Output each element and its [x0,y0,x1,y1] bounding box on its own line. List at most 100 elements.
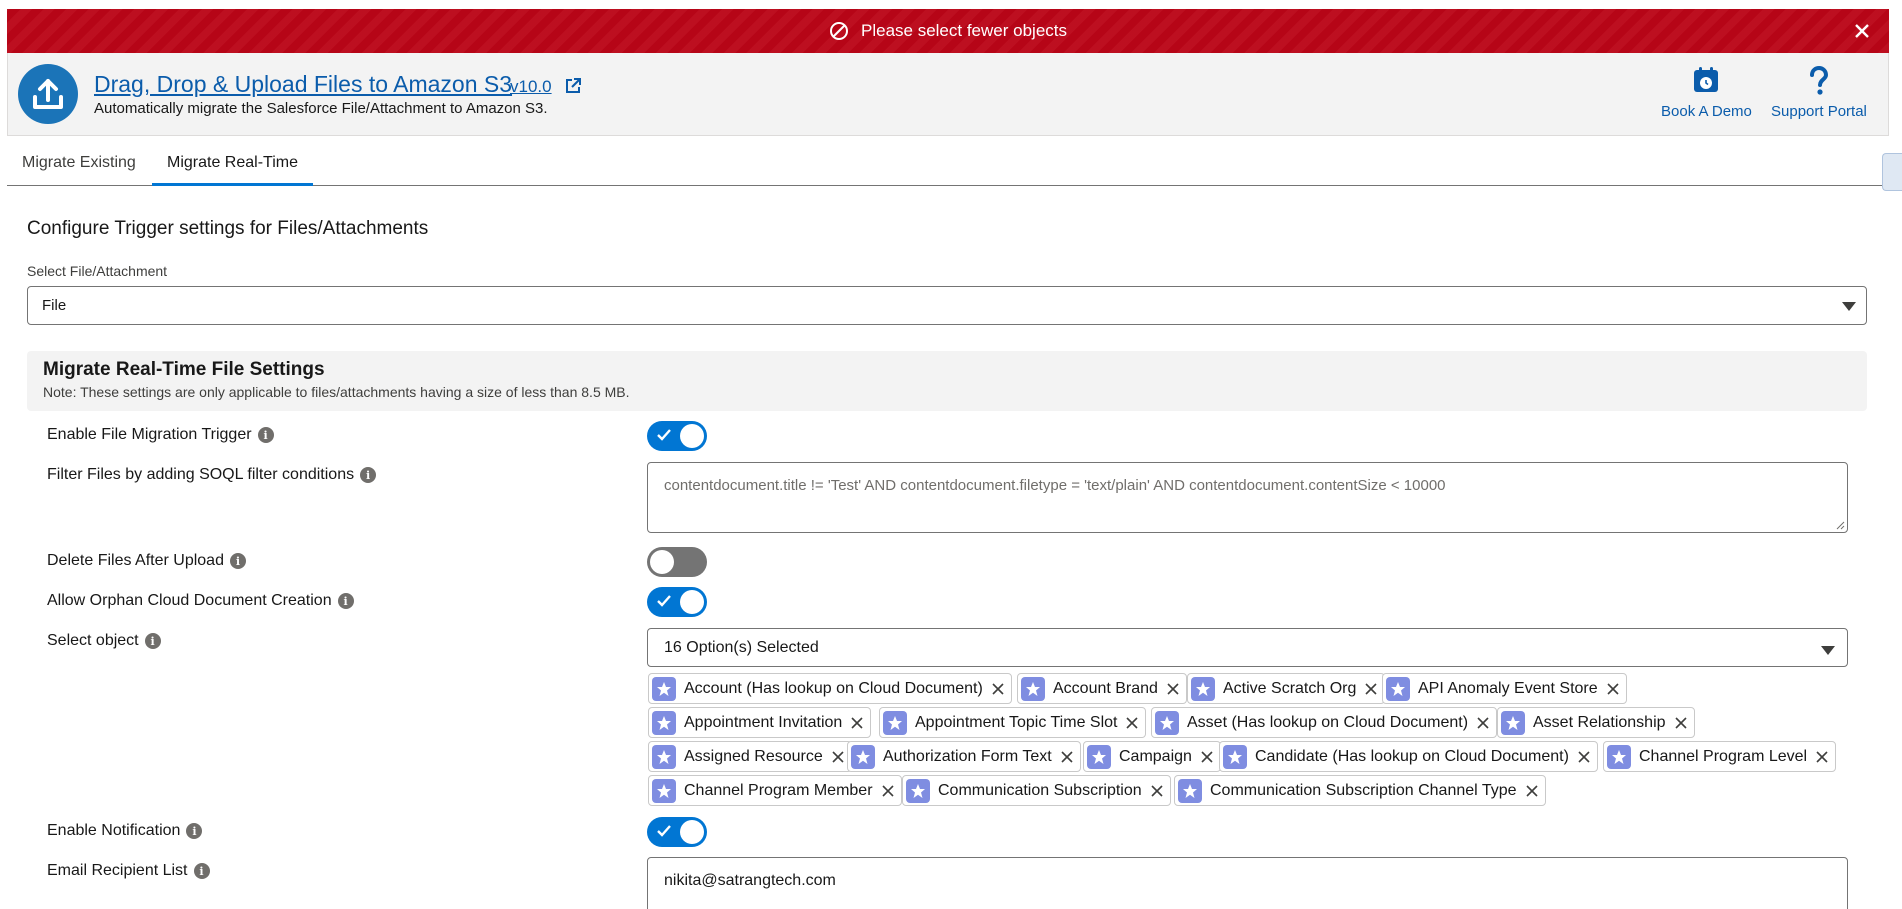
object-pill: Appointment Invitation [648,707,872,738]
orphan-toggle[interactable] [647,587,707,617]
info-icon[interactable]: i [186,823,203,839]
pill-label: Appointment Topic Time Slot [915,713,1118,731]
email-value: nikita@satrangtech.com [664,872,836,889]
info-icon[interactable]: i [229,553,246,569]
star-icon [1087,744,1111,769]
file-attachment-select[interactable]: File [27,286,1867,325]
remove-icon[interactable] [1476,716,1490,730]
remove-icon[interactable] [1200,750,1214,764]
object-pill: API Anomaly Event Store [1382,673,1627,704]
toggle-knob [650,550,674,574]
banner-text: Please select fewer objects [861,21,1067,40]
star-icon [1021,676,1045,701]
upload-icon [18,64,78,124]
notification-toggle[interactable] [647,817,707,847]
pill-label: Active Scratch Org [1223,679,1357,697]
resize-grip-icon[interactable] [1835,520,1845,530]
filter-text: Filter Files by adding SOQL filter condi… [47,466,355,483]
remove-icon[interactable] [1150,784,1164,798]
star-icon [652,778,676,803]
remove-icon[interactable] [991,682,1005,696]
pill-label: Assigned Resource [684,747,823,765]
object-multiselect[interactable]: 16 Option(s) Selected [647,628,1848,667]
email-text: Email Recipient List [47,862,188,879]
object-pill: Assigned Resource [648,741,852,772]
remove-icon[interactable] [1674,716,1688,730]
orphan-label: Allow Orphan Cloud Document Creation i [47,592,354,610]
pill-label: Channel Program Member [684,781,873,799]
enable-trigger-text: Enable File Migration Trigger [47,426,252,443]
settings-header: Migrate Real-Time File Settings Note: Th… [27,351,1867,411]
pill-label: Asset Relationship [1533,713,1666,731]
star-icon [1386,676,1410,701]
version-link[interactable]: v10.0 [510,77,552,97]
chevron-down-icon [1842,302,1856,311]
select-object-text: Select object [47,632,139,649]
remove-icon[interactable] [881,784,895,798]
book-demo-link[interactable]: Book A Demo [1661,65,1752,120]
info-icon[interactable]: i [337,593,354,609]
remove-icon[interactable] [831,750,845,764]
banner-message: Please select fewer objects [829,21,1067,41]
side-panel-handle[interactable] [1882,153,1902,191]
pill-label: API Anomaly Event Store [1418,679,1598,697]
email-recipient-input[interactable]: nikita@satrangtech.com [647,857,1848,909]
question-icon [1809,65,1828,95]
check-icon [657,595,671,607]
star-icon [1223,744,1247,769]
info-icon[interactable]: i [144,633,161,649]
pill-label: Communication Subscription [938,781,1142,799]
settings-note: Note: These settings are only applicable… [43,384,630,400]
info-icon[interactable]: i [360,467,377,483]
info-icon[interactable]: i [257,427,274,443]
star-icon [906,778,930,803]
app-header: Drag, Drop & Upload Files to Amazon S3 v… [7,53,1889,136]
star-icon [1178,778,1202,803]
info-icon[interactable]: i [193,863,210,879]
remove-icon[interactable] [1606,682,1620,696]
support-portal-link[interactable]: Support Portal [1771,65,1867,120]
remove-icon[interactable] [1364,682,1378,696]
app-title-link[interactable]: Drag, Drop & Upload Files to Amazon S3 [94,71,512,98]
remove-icon[interactable] [850,716,864,730]
tab-bar: Migrate Existing Migrate Real-Time [7,144,1889,186]
pill-label: Channel Program Level [1639,747,1808,765]
star-icon [883,710,907,735]
close-icon[interactable] [1851,20,1873,42]
calendar-icon [1694,67,1719,92]
remove-icon[interactable] [1577,750,1591,764]
object-pill: Channel Program Level [1603,741,1837,772]
star-icon [1607,744,1631,769]
enable-trigger-toggle[interactable] [647,421,707,451]
soql-filter-placeholder: contentdocument.title != 'Test' AND cont… [664,477,1446,494]
object-pill: Account Brand [1017,673,1187,704]
tab-migrate-real-time[interactable]: Migrate Real-Time [152,144,313,186]
delete-after-toggle[interactable] [647,547,707,577]
remove-icon[interactable] [1166,682,1180,696]
toggle-knob [680,820,704,844]
orphan-text: Allow Orphan Cloud Document Creation [47,592,332,609]
remove-icon[interactable] [1525,784,1539,798]
remove-icon[interactable] [1060,750,1074,764]
object-pill: Communication Subscription Channel Type [1174,775,1546,806]
object-pill: Appointment Topic Time Slot [879,707,1147,738]
object-pill: Candidate (Has lookup on Cloud Document) [1219,741,1598,772]
soql-filter-textarea[interactable]: contentdocument.title != 'Test' AND cont… [647,462,1848,533]
delete-after-text: Delete Files After Upload [47,552,224,569]
star-icon [652,744,676,769]
star-icon [1501,710,1525,735]
external-link-icon[interactable] [564,77,582,95]
select-value: File [42,297,67,314]
section-title: Configure Trigger settings for Files/Att… [27,218,429,239]
remove-icon[interactable] [1815,750,1829,764]
object-pill: Channel Program Member [648,775,902,806]
check-icon [657,429,671,441]
star-icon [652,710,676,735]
toggle-knob [680,590,704,614]
error-banner: Please select fewer objects [7,9,1889,53]
object-pill: Active Scratch Org [1187,673,1386,704]
tab-migrate-existing[interactable]: Migrate Existing [22,144,136,186]
object-pill: Communication Subscription [902,775,1171,806]
remove-icon[interactable] [1125,716,1139,730]
app-subtitle: Automatically migrate the Salesforce Fil… [94,100,548,117]
